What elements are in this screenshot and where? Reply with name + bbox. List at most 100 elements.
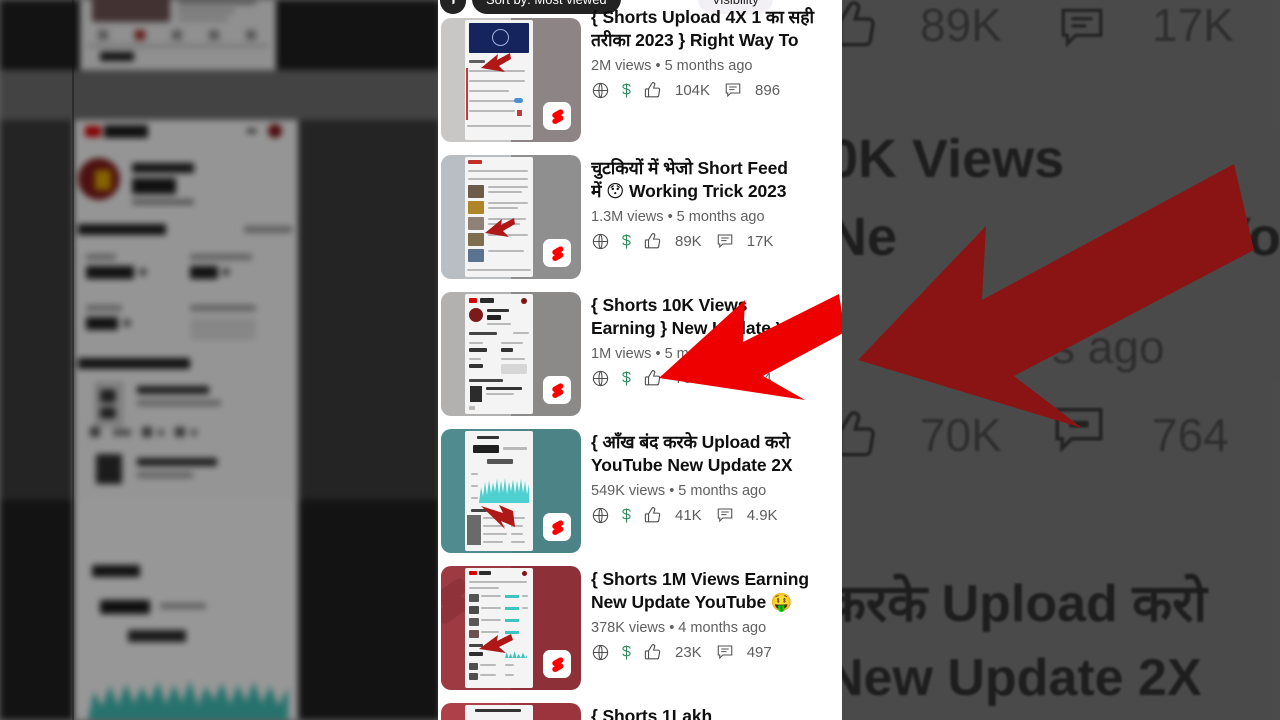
video-meta: { Shorts 10K Views Earning } New Update … xyxy=(581,292,842,388)
thumbnail-inner-screenshot xyxy=(465,568,533,688)
video-list-item[interactable]: { आँख बंद करके Upload करो YouTube New Up… xyxy=(438,425,842,562)
comment-icon[interactable] xyxy=(724,81,742,99)
screenshot-root: 89K 17K 0K Views Ne Yo s ago 70K 764 करक… xyxy=(0,0,1280,720)
dollar-icon[interactable] xyxy=(618,369,635,388)
comment-icon[interactable] xyxy=(716,643,734,661)
comments-count: 497 xyxy=(746,643,772,661)
thumbnail-inner-screenshot xyxy=(465,705,533,720)
likes-count: 70K xyxy=(675,369,702,387)
thumbnail-inner-screenshot xyxy=(465,431,533,551)
comments-count: 764 xyxy=(746,369,772,387)
video-icon-row: 70K 764 xyxy=(591,369,842,388)
video-meta: { Shorts Upload 4X 1 का सही तरीका 2023 }… xyxy=(581,7,842,100)
comments-count: 4.9K xyxy=(746,506,778,524)
video-list-item[interactable]: { Shorts 10K Views Earning } New Update … xyxy=(438,288,842,425)
video-title-line1: { Shorts 1M Views Earning xyxy=(591,569,809,589)
filter-icon-chip[interactable] xyxy=(440,0,466,14)
filter-icon xyxy=(451,0,455,4)
video-age: 5 months ago xyxy=(664,57,753,74)
video-thumbnail[interactable] xyxy=(441,429,581,553)
video-list-item[interactable]: { Shorts Upload 4X 1 का सही तरीका 2023 }… xyxy=(438,7,842,151)
video-age: 5 months ago xyxy=(678,482,767,499)
video-stats: 549K views • 5 months ago xyxy=(591,483,842,499)
likes-count: 41K xyxy=(675,506,702,524)
globe-icon[interactable] xyxy=(591,369,610,388)
globe-icon[interactable] xyxy=(591,643,610,662)
dollar-icon[interactable] xyxy=(618,506,635,525)
likes-count: 104K xyxy=(675,81,711,99)
video-list-item[interactable]: चुटकियों में भेजो Short Feed में 😯 Worki… xyxy=(438,151,842,288)
thumbs-up-icon[interactable] xyxy=(643,232,662,251)
thumbnail-inner-screenshot xyxy=(465,294,533,414)
globe-icon[interactable] xyxy=(591,506,610,525)
shorts-badge-icon xyxy=(551,382,563,398)
red-arrow-icon xyxy=(485,218,515,237)
globe-icon[interactable] xyxy=(591,232,610,251)
shorts-badge xyxy=(543,650,571,678)
thumbs-up-icon[interactable] xyxy=(643,506,662,525)
video-meta: { Shorts 1Lakh xyxy=(581,703,842,720)
video-separator: • xyxy=(669,619,675,636)
video-views: 1M views xyxy=(591,345,652,362)
video-age: 5 months ago xyxy=(664,345,753,362)
video-age: 4 months ago xyxy=(678,619,767,636)
video-meta: { आँख बंद करके Upload करो YouTube New Up… xyxy=(581,429,842,525)
video-icon-row: 41K 4.9K xyxy=(591,506,842,525)
video-views: 378K views xyxy=(591,619,666,636)
video-meta: चुटकियों में भेजो Short Feed में 😯 Worki… xyxy=(581,155,842,251)
globe-icon[interactable] xyxy=(591,81,610,100)
video-thumbnail[interactable] xyxy=(441,155,581,279)
likes-count: 23K xyxy=(675,643,702,661)
video-icon-row: 104K 896 xyxy=(591,81,842,100)
shorts-badge-icon xyxy=(551,108,563,124)
dollar-icon[interactable] xyxy=(618,643,635,662)
comment-icon[interactable] xyxy=(716,506,734,524)
video-thumbnail[interactable] xyxy=(441,292,581,416)
comment-disabled-icon[interactable] xyxy=(716,369,734,387)
blurred-background-right: 89K 17K 0K Views Ne Yo s ago 70K 764 करक… xyxy=(842,0,1280,720)
video-list-item[interactable]: { Shorts 1M Views Earning New Update You… xyxy=(438,562,842,699)
video-title-line1: { Shorts 1Lakh xyxy=(591,706,713,720)
thumbs-up-icon[interactable] xyxy=(643,81,662,100)
red-arrow-icon xyxy=(481,53,511,72)
thumbs-up-icon[interactable] xyxy=(643,369,662,388)
video-title-line2: तरीका 2023 } Right Way To xyxy=(591,30,799,51)
video-stats: 1M views • 5 months ago xyxy=(591,346,842,362)
video-thumbnail[interactable] xyxy=(441,18,581,142)
video-title-line1: चुटकियों में भेजो Short Feed xyxy=(591,158,788,178)
video-thumbnail[interactable] xyxy=(441,703,581,720)
video-title-line1: { Shorts Upload 4X 1 का सही xyxy=(591,7,814,27)
video-thumbnail[interactable] xyxy=(441,566,581,690)
video-views: 1.3M views xyxy=(591,208,664,225)
shorts-badge-icon xyxy=(551,656,563,672)
video-title-line2: में 😯 Working Trick 2023 xyxy=(591,181,787,202)
video-meta: { Shorts 1M Views Earning New Update You… xyxy=(581,566,842,662)
video-separator: • xyxy=(655,57,661,74)
video-title-line1: { Shorts 10K Views xyxy=(591,295,748,315)
thumbs-up-icon[interactable] xyxy=(643,643,662,662)
video-separator: • xyxy=(667,208,673,225)
video-icon-row: 89K 17K xyxy=(591,232,842,251)
video-title-line2: YouTube New Update 2X xyxy=(591,455,793,476)
shorts-badge xyxy=(543,239,571,267)
video-stats: 378K views • 4 months ago xyxy=(591,620,842,636)
video-views: 2M views xyxy=(591,57,652,74)
dollar-icon[interactable] xyxy=(618,81,635,100)
video-separator: • xyxy=(669,482,675,499)
video-title-line2: Earning } New Update Yo xyxy=(591,318,797,339)
dollar-icon[interactable] xyxy=(618,232,635,251)
comments-count: 896 xyxy=(755,81,781,99)
video-list-item[interactable]: { Shorts 1Lakh xyxy=(438,699,842,720)
video-title-line2: New Update YouTube 🤑 xyxy=(591,592,793,613)
blurred-background-left xyxy=(0,0,440,720)
red-arrow-icon xyxy=(479,634,513,653)
video-icon-row: 23K 497 xyxy=(591,643,842,662)
thumbnail-inner-screenshot xyxy=(465,20,533,140)
video-stats: 2M views • 5 months ago xyxy=(591,58,842,74)
video-list: { Shorts Upload 4X 1 का सही तरीका 2023 }… xyxy=(438,7,842,720)
video-separator: • xyxy=(655,345,661,362)
comment-icon[interactable] xyxy=(716,232,734,250)
video-age: 5 months ago xyxy=(676,208,765,225)
shorts-badge xyxy=(543,513,571,541)
shorts-badge-icon xyxy=(551,519,563,535)
